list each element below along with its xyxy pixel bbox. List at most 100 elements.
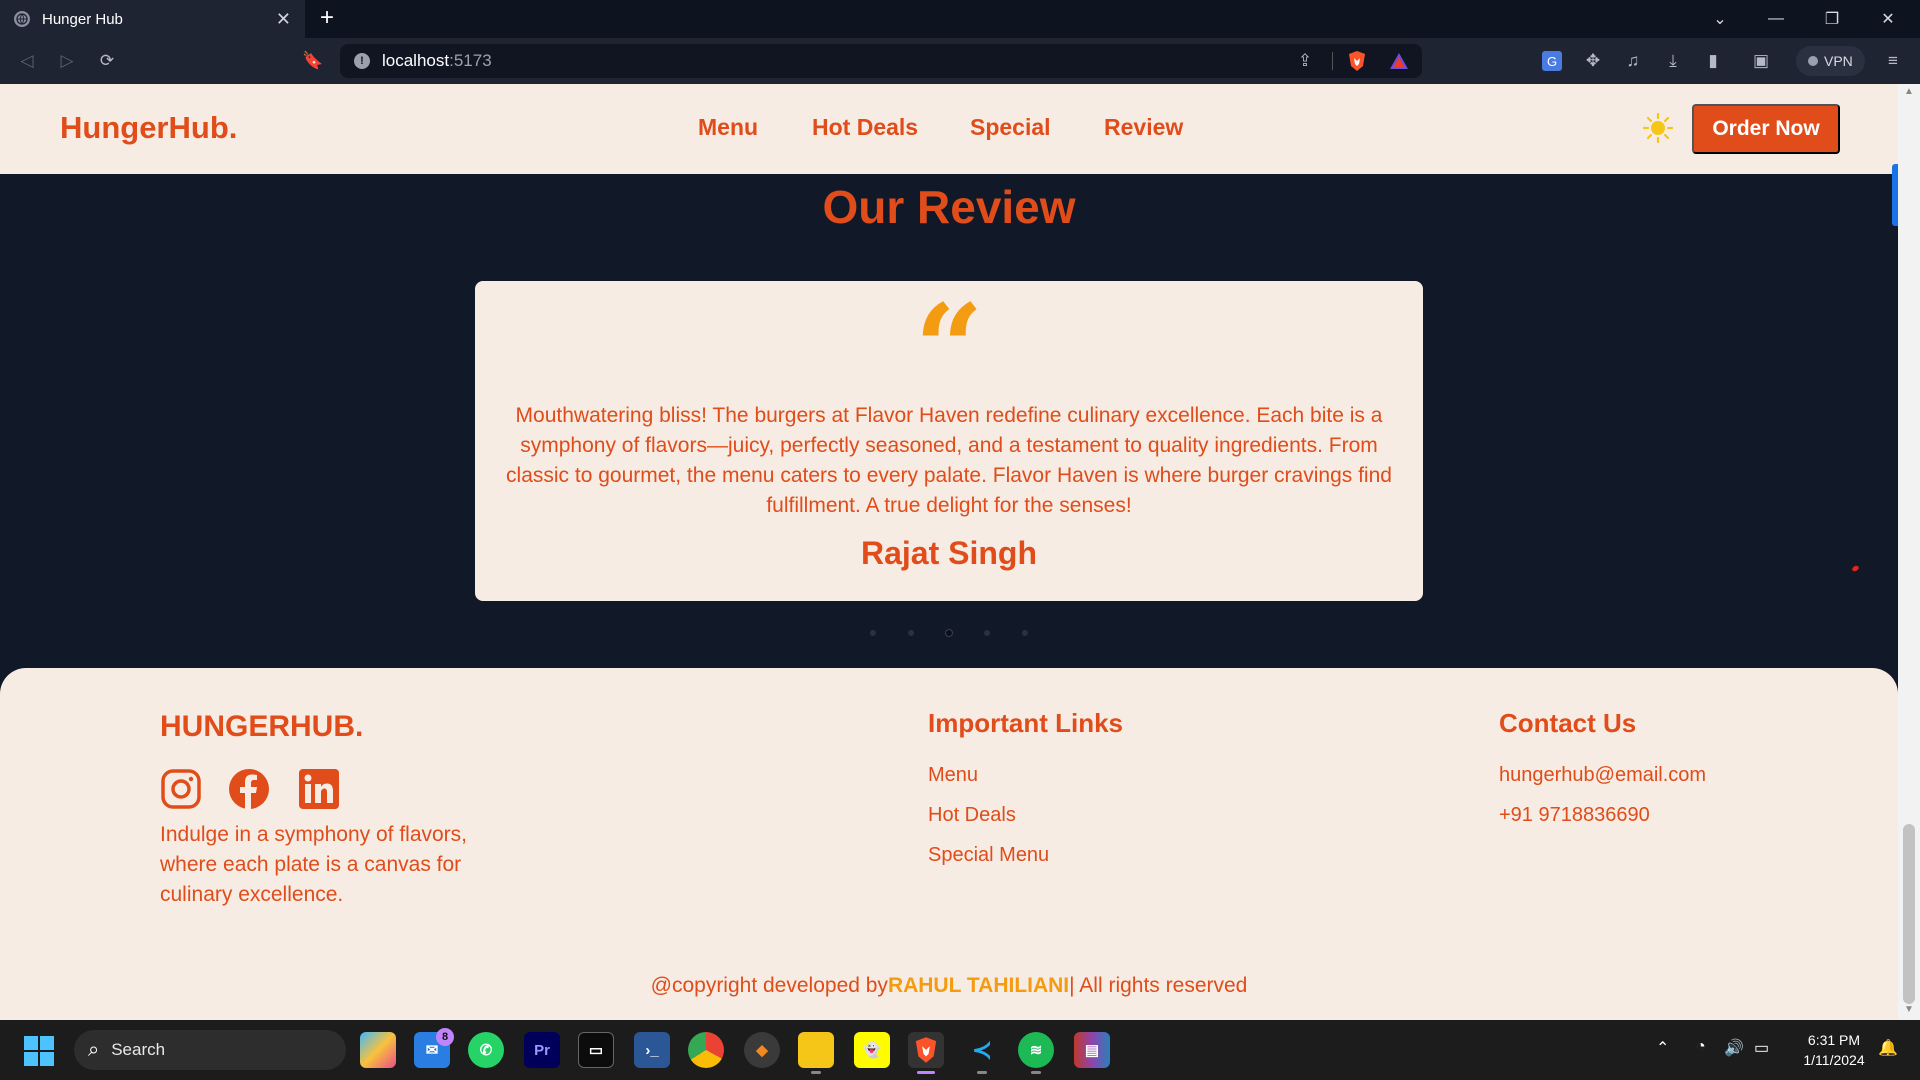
bookmark-icon[interactable]: 🔖: [298, 46, 328, 76]
chrome-icon[interactable]: [688, 1032, 724, 1068]
facebook-icon[interactable]: [228, 768, 270, 810]
nav-special[interactable]: Special: [970, 114, 1051, 141]
browser-tab[interactable]: Hunger Hub ✕: [0, 0, 305, 38]
brave-rewards-icon[interactable]: [1384, 46, 1414, 76]
carousel-dot[interactable]: [984, 630, 990, 636]
fl-studio-icon[interactable]: ◆: [744, 1032, 780, 1068]
nav-hot-deals[interactable]: Hot Deals: [812, 114, 918, 141]
mail-badge: 8: [436, 1028, 454, 1046]
carousel-dot[interactable]: [1022, 630, 1028, 636]
carousel-dot-active[interactable]: [946, 630, 952, 636]
order-now-button[interactable]: Order Now: [1692, 104, 1840, 154]
brave-shield-icon[interactable]: [1342, 46, 1372, 76]
tab-title: Hunger Hub: [42, 10, 123, 28]
spotify-icon[interactable]: ≋: [1018, 1032, 1054, 1074]
site-header: HungerHub. Menu Hot Deals Special Review…: [0, 84, 1898, 174]
site-info-icon[interactable]: !: [354, 53, 370, 69]
battery-icon[interactable]: ▭: [1754, 1038, 1769, 1058]
contact-heading: Contact Us: [1499, 708, 1637, 738]
nav-review[interactable]: Review: [1104, 114, 1183, 141]
new-tab-plus-icon[interactable]: +: [320, 4, 334, 32]
back-icon[interactable]: ◁: [12, 46, 42, 76]
brave-browser-icon[interactable]: [908, 1032, 944, 1074]
snapchat-icon[interactable]: 👻: [854, 1032, 890, 1068]
review-text: Mouthwatering bliss! The burgers at Flav…: [506, 404, 1392, 517]
wifi-icon[interactable]: ◔: [1696, 1038, 1706, 1056]
tray-chevron-up-icon[interactable]: ⌃: [1656, 1038, 1669, 1058]
footer-description: Indulge in a symphony of flavors, where …: [160, 823, 468, 906]
forward-icon[interactable]: ▷: [52, 46, 82, 76]
file-explorer-icon[interactable]: [798, 1032, 834, 1074]
terminal-icon[interactable]: ▭: [578, 1032, 614, 1068]
windows-taskbar: ⌕ Search ✉ 8 ✆ Pr ▭ ›_ ◆ 👻 ≺ ≋ ▤ ⌃ ◔ 🔊 ▭…: [0, 1020, 1920, 1080]
app-running-indicator: [1031, 1071, 1041, 1074]
share-icon[interactable]: ⇪: [1290, 46, 1320, 76]
divider: [1332, 52, 1333, 70]
footer-link-menu[interactable]: Menu: [928, 764, 978, 787]
restore-icon[interactable]: ❐: [1804, 0, 1860, 38]
whatsapp-icon[interactable]: ✆: [468, 1032, 504, 1068]
url-host: localhost: [382, 51, 450, 70]
sidebar-icon[interactable]: ▮: [1698, 46, 1728, 76]
review-card: “ Mouthwatering bliss! The burgers at Fl…: [475, 281, 1423, 601]
contact-phone[interactable]: +91 9718836690: [1499, 804, 1650, 827]
linkedin-icon[interactable]: [298, 768, 340, 810]
carousel-dot[interactable]: [908, 630, 914, 636]
vpn-label: VPN: [1824, 53, 1853, 69]
globe-icon: [14, 11, 30, 27]
svg-text:G: G: [1547, 54, 1557, 69]
search-icon: ⌕: [88, 1038, 100, 1061]
copyright: @copyright developed byRAHUL TAHILIANI| …: [0, 974, 1898, 998]
volume-icon[interactable]: 🔊: [1724, 1038, 1744, 1058]
tab-search-chevron-icon[interactable]: ⌄: [1692, 0, 1748, 38]
app-running-indicator: [977, 1071, 987, 1074]
scroll-thumb[interactable]: [1903, 824, 1915, 1004]
download-icon[interactable]: ⤓: [1658, 46, 1688, 76]
extensions-icon[interactable]: ✥: [1578, 46, 1608, 76]
decorative-dot: [1851, 564, 1860, 573]
translate-icon[interactable]: G: [1537, 46, 1567, 76]
vpn-button[interactable]: VPN: [1796, 46, 1865, 76]
url-port: :5173: [449, 51, 492, 70]
important-links-heading: Important Links: [928, 708, 1124, 738]
browser-toolbar: ◁ ▷ ⟳ 🔖 ! localhost :5173 ⇪ G ✥ ♫ ⤓ ▮ ▣ …: [0, 38, 1920, 84]
premiere-pro-icon[interactable]: Pr: [524, 1032, 560, 1068]
windows-start-icon[interactable]: [24, 1036, 54, 1066]
minimize-icon[interactable]: —: [1748, 0, 1804, 38]
vscode-icon[interactable]: ≺: [964, 1032, 1000, 1074]
taskbar-clock[interactable]: 6:31 PM 1/11/2024: [1794, 1030, 1874, 1070]
taskbar-search[interactable]: ⌕ Search: [74, 1030, 346, 1070]
page-scrollbar[interactable]: ▲ ▼: [1898, 84, 1920, 1020]
wallet-icon[interactable]: ▣: [1746, 46, 1776, 76]
reload-icon[interactable]: ⟳: [92, 46, 122, 76]
scroll-up-arrow-icon[interactable]: ▲: [1898, 86, 1920, 100]
nav-menu[interactable]: Menu: [698, 114, 758, 141]
app-active-indicator: [917, 1071, 935, 1074]
site-logo[interactable]: HungerHub.: [60, 110, 237, 146]
mail-icon[interactable]: ✉ 8: [414, 1028, 454, 1068]
address-bar[interactable]: ! localhost :5173 ⇪: [340, 44, 1422, 78]
menu-icon[interactable]: ≡: [1878, 46, 1908, 76]
footer-link-special-menu[interactable]: Special Menu: [928, 844, 1049, 867]
copyright-author[interactable]: RAHUL TAHILIANI: [888, 974, 1069, 997]
copyright-suffix: | All rights reserved: [1069, 974, 1248, 997]
site-footer: HUNGERHUB. Indulge in a symphony of flav…: [0, 668, 1898, 1020]
notification-bell-icon[interactable]: 🔔: [1878, 1038, 1898, 1058]
copilot-icon[interactable]: [360, 1032, 396, 1068]
media-icon[interactable]: ♫: [1618, 46, 1648, 76]
taskbar-search-label: Search: [111, 1040, 166, 1059]
browser-tab-bar: Hunger Hub ✕ + ⌄ — ❐ ✕: [0, 0, 1920, 38]
tab-close-icon[interactable]: ✕: [276, 9, 291, 30]
window-close-icon[interactable]: ✕: [1860, 0, 1916, 38]
theme-toggle-sun-icon[interactable]: [1642, 112, 1674, 144]
footer-link-hot-deals[interactable]: Hot Deals: [928, 804, 1016, 827]
vpn-status-icon: [1808, 56, 1818, 66]
powershell-icon[interactable]: ›_: [634, 1032, 670, 1068]
contact-email[interactable]: hungerhub@email.com: [1499, 764, 1706, 787]
winrar-icon[interactable]: ▤: [1074, 1032, 1110, 1068]
carousel-dots: [870, 630, 1028, 636]
instagram-icon[interactable]: [160, 768, 202, 810]
scroll-down-arrow-icon[interactable]: ▼: [1898, 1004, 1920, 1018]
clock-date: 1/11/2024: [1803, 1052, 1865, 1068]
carousel-dot[interactable]: [870, 630, 876, 636]
